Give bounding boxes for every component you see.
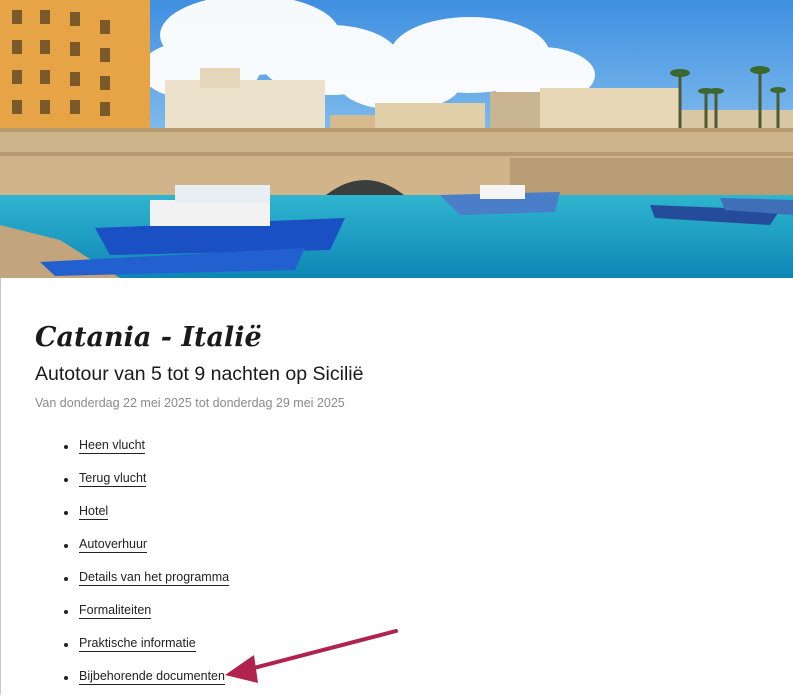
link-formaliteiten[interactable]: Formaliteiten [79,603,152,619]
link-bijbehorende-documenten[interactable]: Bijbehorende documenten [79,669,225,685]
arrow-icon [225,629,398,683]
link-terug-vlucht[interactable]: Terug vlucht [79,471,147,487]
page-title: Catania - Italië [35,322,262,353]
link-praktische-informatie[interactable]: Praktische informatie [79,636,196,652]
bullet-icon [64,445,68,449]
bullet-icon [64,643,68,647]
bullet-icon [64,478,68,482]
trip-header: Catania - Italië Autotour van 5 tot 9 na… [35,318,775,411]
bullet-icon [64,544,68,548]
hero-image [0,0,793,278]
link-heen-vlucht[interactable]: Heen vlucht [79,438,146,454]
trip-dates: Van donderdag 22 mei 2025 tot donderdag … [35,396,345,410]
bullet-icon [64,577,68,581]
link-autoverhuur[interactable]: Autoverhuur [79,537,148,553]
trip-subtitle: Autotour van 5 tot 9 nachten op Sicilië [35,363,364,385]
link-hotel[interactable]: Hotel [79,504,109,520]
harbor-photo [0,0,793,278]
link-details-programma[interactable]: Details van het programma [79,570,230,586]
bullet-icon [64,676,68,680]
bullet-icon [64,511,68,515]
bullet-icon [64,610,68,614]
